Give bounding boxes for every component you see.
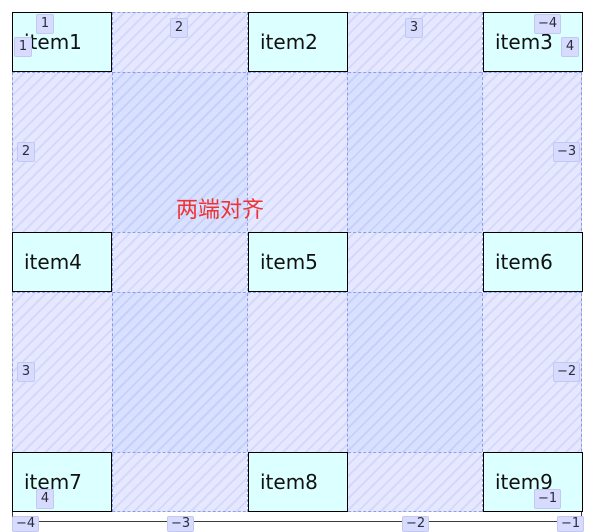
line-number-bottom-2: −3	[167, 516, 195, 532]
line-number-left-1: 1	[14, 37, 32, 57]
grid-item-8: item8	[248, 452, 348, 512]
line-number-top-2: 2	[170, 18, 188, 38]
grid-item-5: item5	[248, 232, 348, 292]
line-number-left-4: 4	[36, 489, 54, 509]
grid-item-label: item8	[260, 470, 318, 494]
grid-item-9: item9	[483, 452, 583, 512]
grid-item-2: item2	[248, 12, 348, 72]
line-number-right-3: −2	[553, 362, 581, 382]
line-number-top-4: −4	[534, 14, 562, 34]
line-number-left-2: 2	[17, 142, 35, 162]
line-number-left-3: 3	[17, 362, 35, 382]
line-number-right-1: 4	[561, 37, 579, 57]
grid-item-label: item2	[260, 30, 318, 54]
line-number-right-2: −3	[553, 142, 581, 162]
line-number-bottom-1: −4	[12, 516, 40, 532]
center-label: 两端对齐	[176, 198, 265, 223]
line-number-top-3: 3	[405, 18, 423, 38]
grid-item-7: item7	[12, 452, 112, 512]
line-number-bottom-3: −2	[402, 516, 430, 532]
grid-item-label: item6	[495, 250, 553, 274]
grid-item-label: item4	[24, 250, 82, 274]
line-number-bottom-4: −1	[557, 516, 585, 532]
line-number-right-4: −1	[534, 489, 562, 509]
line-number-top-1: 1	[36, 14, 54, 34]
grid-item-6: item6	[483, 232, 583, 292]
grid-item-label: item5	[260, 250, 318, 274]
grid-item-4: item4	[12, 232, 112, 292]
grid-inspector-stage: item1 item2 item3 item4 item5 item6 item…	[0, 0, 598, 532]
